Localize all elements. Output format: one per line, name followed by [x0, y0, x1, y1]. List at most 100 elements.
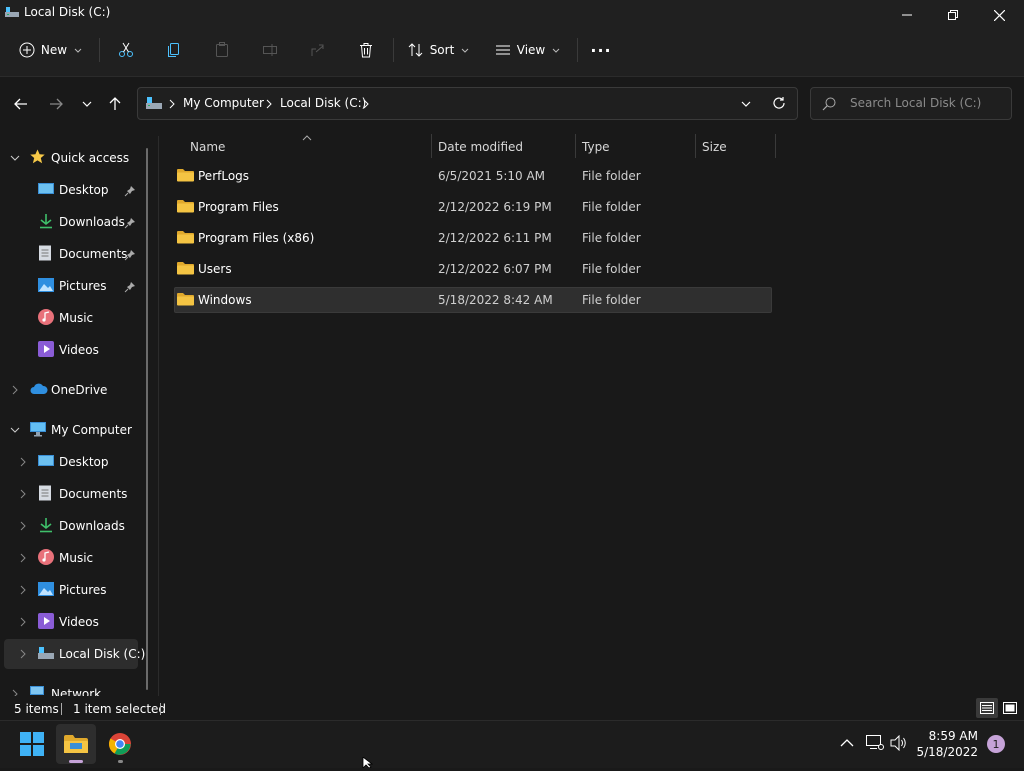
view-label: View	[516, 43, 546, 57]
chevron-right-icon	[10, 385, 20, 395]
item-count: 5 items	[14, 702, 59, 716]
share-button[interactable]	[304, 35, 332, 65]
videos-icon	[38, 612, 54, 632]
network-status-icon[interactable]	[866, 735, 884, 754]
chevron-down-icon	[10, 153, 20, 163]
file-type: File folder	[582, 169, 641, 183]
sidebar-item-computer-music[interactable]: Music	[0, 543, 150, 573]
sidebar-item-computer-downloads[interactable]: Downloads	[0, 511, 150, 541]
breadcrumb-local-disk[interactable]: Local Disk (C:)	[280, 96, 366, 110]
chevron-right-icon	[265, 98, 273, 112]
sidebar-item-onedrive[interactable]: OneDrive	[0, 375, 150, 405]
scissors-icon	[119, 42, 133, 57]
chevron-right-icon	[18, 649, 28, 659]
pictures-icon	[38, 581, 54, 599]
start-button[interactable]	[12, 724, 52, 764]
column-separator[interactable]	[695, 134, 696, 158]
column-separator[interactable]	[575, 134, 576, 158]
chevron-right-icon	[18, 489, 28, 499]
cut-button[interactable]	[112, 35, 140, 65]
recent-locations-button[interactable]	[74, 90, 100, 118]
sidebar-scrollbar[interactable]	[146, 148, 148, 690]
file-row[interactable]: Users 2/12/2022 6:07 PM File folder	[174, 256, 772, 282]
windows-logo-icon	[20, 732, 44, 756]
paste-button[interactable]	[208, 35, 236, 65]
paste-icon	[216, 42, 228, 57]
clock-date[interactable]: 5/18/2022	[916, 745, 978, 759]
desktop-icon	[38, 454, 54, 471]
sidebar-item-documents[interactable]: Documents	[0, 239, 150, 269]
volume-icon[interactable]	[890, 734, 908, 754]
sidebar-item-computer-videos[interactable]: Videos	[0, 607, 150, 637]
breadcrumb-my-computer[interactable]: My Computer	[183, 96, 264, 110]
sidebar-item-local-disk[interactable]: Local Disk (C:)	[4, 639, 145, 669]
column-header-size[interactable]: Size	[702, 136, 727, 158]
up-button[interactable]	[102, 90, 128, 118]
sidebar-item-computer-documents[interactable]: Documents	[0, 479, 150, 509]
share-icon	[311, 44, 324, 56]
notification-badge[interactable]: 1	[987, 735, 1005, 753]
view-button[interactable]: View	[492, 35, 564, 65]
delete-button[interactable]	[352, 35, 380, 65]
sidebar-item-my-computer[interactable]: My Computer	[0, 415, 150, 445]
sidebar-label: Pictures	[59, 583, 107, 597]
chevron-up-icon	[840, 739, 854, 747]
forward-button[interactable]	[43, 90, 69, 118]
column-separator[interactable]	[431, 134, 432, 158]
new-label: New	[40, 43, 68, 57]
show-hidden-icons-button[interactable]	[840, 737, 854, 751]
details-view-button[interactable]	[976, 698, 998, 718]
sidebar-item-computer-desktop[interactable]: Desktop	[0, 447, 150, 477]
more-options-button[interactable]: ···	[586, 35, 616, 65]
address-history-button[interactable]	[740, 98, 752, 113]
sidebar-item-quick-access[interactable]: Quick access	[0, 143, 150, 173]
divider	[393, 38, 394, 62]
sidebar-label: Downloads	[59, 519, 125, 533]
sort-ascending-icon	[302, 130, 312, 144]
sidebar-item-network[interactable]: Network	[0, 679, 150, 696]
minimize-button[interactable]	[884, 0, 930, 30]
back-button[interactable]	[8, 90, 34, 118]
file-row[interactable]: PerfLogs 6/5/2021 5:10 AM File folder	[174, 163, 772, 189]
pane-divider	[158, 136, 159, 696]
tiles-view-button[interactable]	[1000, 698, 1020, 718]
copy-button[interactable]	[160, 35, 188, 65]
title-bar	[0, 0, 1024, 30]
sidebar-label: Desktop	[59, 455, 109, 469]
taskbar-file-explorer[interactable]	[56, 724, 96, 764]
star-icon	[30, 149, 45, 167]
sidebar-item-desktop[interactable]: Desktop	[0, 175, 150, 205]
clock-time[interactable]: 8:59 AM	[920, 729, 978, 743]
divider	[99, 38, 100, 62]
view-list-icon	[495, 45, 510, 55]
folder-icon	[177, 292, 194, 309]
file-date: 5/18/2022 8:42 AM	[438, 293, 553, 307]
sidebar-item-downloads[interactable]: Downloads	[0, 207, 150, 237]
drive-icon	[5, 6, 19, 21]
file-row-selected[interactable]: Windows 5/18/2022 8:42 AM File folder	[174, 287, 772, 313]
restore-button[interactable]	[930, 0, 976, 30]
close-button[interactable]	[976, 0, 1022, 30]
refresh-button[interactable]	[772, 96, 786, 113]
sort-button[interactable]: Sort	[404, 35, 474, 65]
rename-button[interactable]	[256, 35, 284, 65]
drive-icon	[146, 96, 162, 113]
divider	[577, 38, 578, 62]
cloud-icon	[30, 383, 48, 398]
column-header-date[interactable]: Date modified	[438, 136, 523, 158]
sidebar-item-videos[interactable]: Videos	[0, 335, 150, 365]
column-separator[interactable]	[775, 134, 776, 158]
sidebar-item-pictures[interactable]: Pictures	[0, 271, 150, 301]
sidebar-item-music[interactable]: Music	[0, 303, 150, 333]
column-header-name[interactable]: Name	[190, 136, 225, 158]
column-header-type[interactable]: Type	[582, 136, 610, 158]
drive-icon	[38, 646, 54, 663]
new-button[interactable]: New	[14, 35, 88, 65]
pin-icon	[124, 281, 136, 296]
sidebar-label: Desktop	[59, 183, 109, 197]
file-row[interactable]: Program Files 2/12/2022 6:19 PM File fol…	[174, 194, 772, 220]
taskbar-chrome[interactable]	[100, 724, 140, 764]
sidebar-label: Videos	[59, 343, 99, 357]
file-row[interactable]: Program Files (x86) 2/12/2022 6:11 PM Fi…	[174, 225, 772, 251]
sidebar-item-computer-pictures[interactable]: Pictures	[0, 575, 150, 605]
